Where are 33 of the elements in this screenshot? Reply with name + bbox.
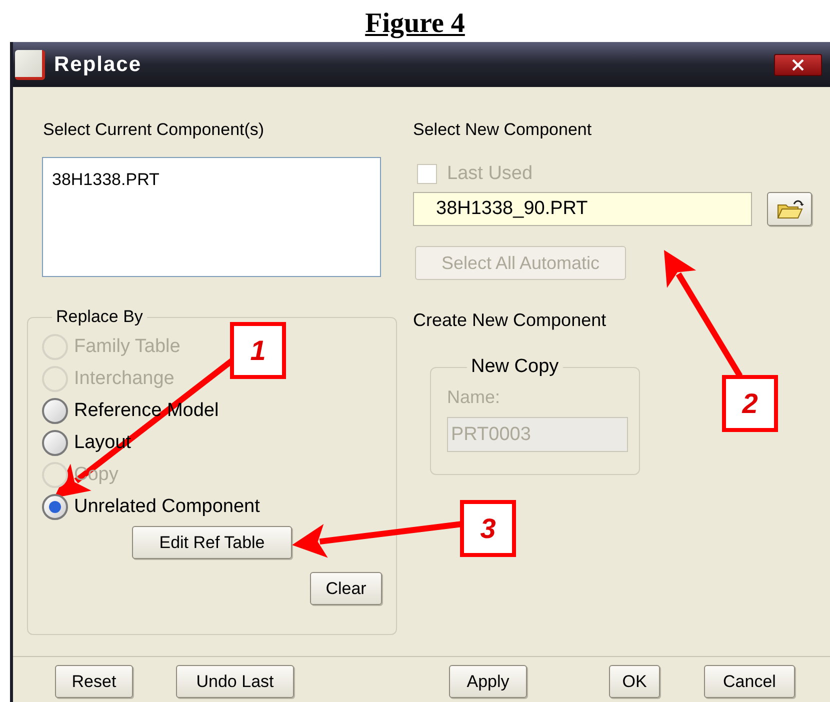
callout-number: 1 [230, 322, 286, 379]
section-label: Select New Component [413, 120, 593, 140]
radio-label: Unrelated Component [74, 494, 260, 519]
undo-last-button[interactable]: Undo Last [176, 665, 294, 698]
checkbox-label: Last Used [447, 162, 533, 186]
apply-button[interactable]: Apply [449, 665, 527, 698]
reset-button[interactable]: Reset [55, 665, 133, 698]
cancel-button[interactable]: Cancel [704, 665, 795, 698]
radio-label: Interchange [74, 366, 174, 391]
close-button[interactable] [774, 54, 822, 76]
callout-number: 2 [722, 375, 778, 432]
name-label: Name: [447, 386, 502, 409]
open-folder-button[interactable] [767, 192, 812, 226]
app-icon [15, 50, 45, 80]
close-icon [792, 58, 804, 70]
new-component-field[interactable]: 38H1338_90.PRT [413, 192, 752, 226]
ok-button[interactable]: OK [609, 665, 660, 698]
edit-ref-table-button[interactable]: Edit Ref Table [132, 526, 292, 559]
radio-label: Reference Model [74, 398, 219, 423]
group-legend: Replace By [52, 307, 147, 327]
clear-button[interactable]: Clear [310, 572, 382, 605]
section-label: Create New Component [413, 310, 608, 330]
callout-number: 3 [460, 500, 516, 557]
radio-button[interactable] [42, 494, 68, 520]
radio-button[interactable] [42, 398, 68, 424]
section-label: Select Current Component(s) [43, 120, 266, 140]
group-legend: New Copy [467, 357, 563, 377]
figure-title: Figure 4 [365, 7, 465, 41]
window-title: Replace [54, 52, 142, 78]
radio-button[interactable] [42, 430, 68, 456]
list-item[interactable]: 38H1338.PRT [51, 168, 160, 192]
folder-icon [776, 198, 804, 220]
radio-label: Family Table [74, 334, 180, 359]
